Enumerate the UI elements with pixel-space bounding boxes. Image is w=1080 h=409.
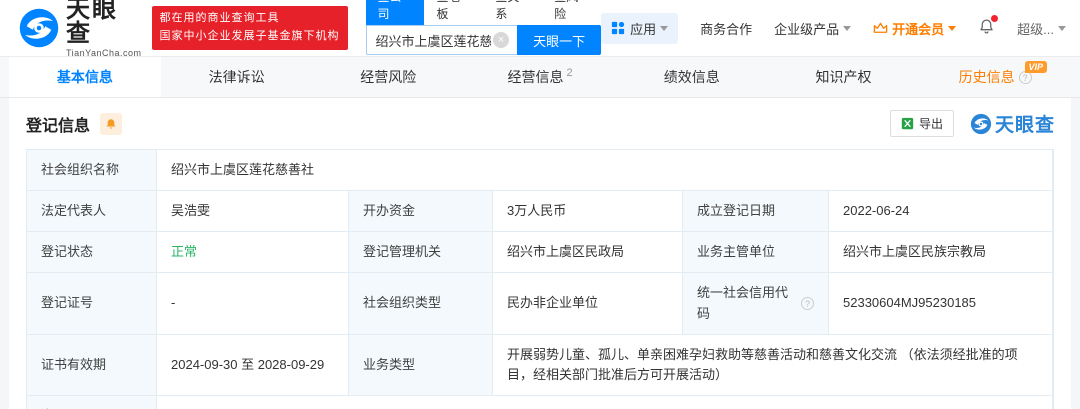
tianyancha-logo-icon bbox=[18, 7, 60, 49]
purpose-label: 宗旨 bbox=[27, 396, 157, 409]
notification-bell-icon[interactable] bbox=[978, 18, 995, 38]
user-account-menu[interactable]: 超级... bbox=[1017, 19, 1066, 38]
vip-badge: VIP bbox=[1025, 61, 1048, 73]
tab-history-info[interactable]: VIP 历史信息 ? bbox=[919, 57, 1071, 97]
section-header: 登记信息 导出 bbox=[9, 98, 1071, 147]
tab-operation-info[interactable]: 经营信息 2 bbox=[464, 57, 616, 97]
status-label: 登记状态 bbox=[27, 232, 157, 273]
registration-table: 社会组织名称 绍兴市上虞区莲花慈善社 法定代表人 吴浩雯 开办资金 3万人民币 … bbox=[26, 149, 1054, 409]
cert-validity-label: 证书有效期 bbox=[27, 335, 157, 396]
tianyancha-logo-icon bbox=[970, 113, 992, 135]
search-tabs: 查公司 查老板 查关系 查风险 bbox=[366, 1, 602, 25]
chevron-down-icon bbox=[843, 26, 851, 31]
notification-badge bbox=[991, 15, 998, 22]
tianyancha-watermark: 天眼查 bbox=[970, 110, 1055, 137]
search-tab-boss[interactable]: 查老板 bbox=[424, 0, 483, 25]
business-type-label: 业务类型 bbox=[349, 335, 493, 396]
business-type-value: 开展弱势儿童、孤儿、单亲困难孕妇救助等慈善活动和慈善文化交流 （依法须经批准的项… bbox=[493, 335, 1053, 396]
top-menu: 应用 商务合作 企业级产品 开通会员 超级... bbox=[601, 13, 1066, 44]
tab-performance-info[interactable]: 绩效信息 bbox=[616, 57, 768, 97]
monitor-bell-icon[interactable] bbox=[100, 113, 122, 135]
brand-name: 天眼查 bbox=[66, 0, 142, 46]
chevron-down-icon bbox=[1058, 26, 1066, 31]
org-type-label: 社会组织类型 bbox=[349, 273, 493, 334]
top-header: 天眼查 TianYanCha.com 都在用的商业查询工具 国家中小企业发展子基… bbox=[0, 0, 1080, 56]
org-name-label: 社会组织名称 bbox=[27, 150, 157, 191]
legal-rep-label: 法定代表人 bbox=[27, 191, 157, 232]
authority-label: 登记管理机关 bbox=[349, 232, 493, 273]
tab-intellectual-property[interactable]: 知识产权 bbox=[768, 57, 920, 97]
enterprise-products-menu[interactable]: 企业级产品 bbox=[774, 19, 851, 38]
est-date-value: 2022-06-24 bbox=[829, 191, 1053, 232]
search-area: 查公司 查老板 查关系 查风险 × 天眼一下 bbox=[366, 1, 602, 55]
est-date-label: 成立登记日期 bbox=[683, 191, 829, 232]
cert-validity-value: 2024-09-30 至 2028-09-29 bbox=[157, 335, 349, 396]
credit-code-label: 统一社会信用代码 ? bbox=[683, 273, 829, 334]
clear-icon[interactable]: × bbox=[493, 32, 509, 48]
search-tab-risk[interactable]: 查风险 bbox=[542, 0, 601, 25]
org-type-value: 民办非企业单位 bbox=[493, 273, 683, 334]
help-icon[interactable]: ? bbox=[801, 297, 814, 310]
tab-count-badge: 2 bbox=[566, 67, 572, 79]
legal-rep-value[interactable]: 吴浩雯 bbox=[157, 191, 349, 232]
authority-value: 绍兴市上虞区民政局 bbox=[493, 232, 683, 273]
search-tab-company[interactable]: 查公司 bbox=[366, 0, 425, 25]
business-cooperation-link[interactable]: 商务合作 bbox=[700, 19, 752, 38]
detail-nav-tabs: 基本信息 法律诉讼 经营风险 经营信息 2 绩效信息 知识产权 VIP 历史信息… bbox=[0, 56, 1080, 98]
cert-no-value: - bbox=[157, 273, 349, 334]
cert-no-label: 登记证号 bbox=[27, 273, 157, 334]
export-button[interactable]: 导出 bbox=[890, 110, 954, 137]
supervisor-label: 业务主管单位 bbox=[683, 232, 829, 273]
excel-icon bbox=[901, 117, 914, 130]
tab-basic-info[interactable]: 基本信息 bbox=[9, 57, 161, 97]
tianyancha-logo[interactable]: 天眼查 TianYanCha.com bbox=[18, 0, 142, 58]
apps-menu-label: 应用 bbox=[630, 19, 656, 38]
crown-icon bbox=[873, 21, 888, 36]
status-value: 正常 bbox=[157, 232, 349, 273]
vip-upgrade-menu[interactable]: 开通会员 bbox=[873, 19, 956, 38]
org-name-value: 绍兴市上虞区莲花慈善社 bbox=[157, 150, 1053, 191]
section-title: 登记信息 bbox=[26, 112, 90, 136]
tab-legal-litigation[interactable]: 法律诉讼 bbox=[161, 57, 313, 97]
chevron-down-icon bbox=[948, 26, 956, 31]
capital-value: 3万人民币 bbox=[493, 191, 683, 232]
apps-menu[interactable]: 应用 bbox=[601, 13, 678, 44]
chevron-down-icon bbox=[660, 26, 668, 31]
grid-icon bbox=[611, 21, 625, 35]
main-content: 登记信息 导出 bbox=[9, 98, 1071, 409]
purpose-value: - bbox=[157, 396, 1053, 409]
brand-slogan: 都在用的商业查询工具 国家中小企业发展子基金旗下机构 bbox=[152, 6, 348, 49]
supervisor-value: 绍兴市上虞区民族宗教局 bbox=[829, 232, 1053, 273]
tab-operation-risk[interactable]: 经营风险 bbox=[312, 57, 464, 97]
slogan-line2: 国家中小企业发展子基金旗下机构 bbox=[160, 28, 340, 46]
capital-label: 开办资金 bbox=[349, 191, 493, 232]
slogan-line1: 都在用的商业查询工具 bbox=[160, 10, 340, 28]
credit-code-value: 52330604MJ95230185 bbox=[829, 273, 1053, 334]
search-button[interactable]: 天眼一下 bbox=[517, 25, 601, 55]
search-tab-relation[interactable]: 查关系 bbox=[483, 0, 542, 25]
